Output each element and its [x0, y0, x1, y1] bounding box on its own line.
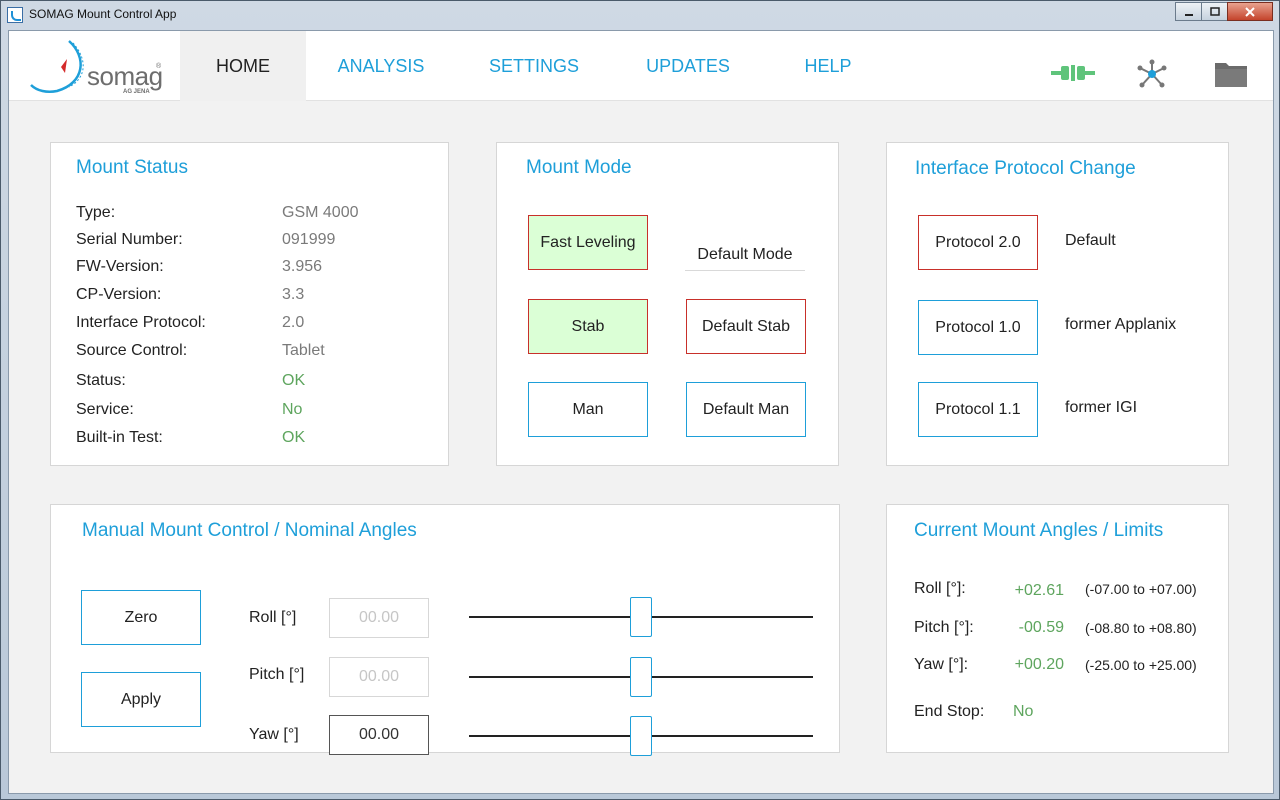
connection-plug-icon[interactable] — [1051, 64, 1095, 82]
current-yaw-value: +00.20 — [1014, 656, 1064, 673]
nav-tab-analysis[interactable]: ANALYSIS — [306, 31, 456, 101]
mount-mode-panel: Mount Mode Fast Leveling Default Mode St… — [496, 142, 839, 466]
yaw-slider-thumb[interactable] — [630, 716, 652, 756]
current-pitch-limits: (-08.80 to +08.80) — [1085, 620, 1197, 636]
yaw-label: Yaw [°] — [249, 726, 299, 743]
status-value-bit: OK — [282, 429, 306, 446]
protocol-2-0-button[interactable]: Protocol 2.0 — [918, 215, 1038, 270]
protocol-1-0-button[interactable]: Protocol 1.0 — [918, 300, 1038, 355]
status-label-service: Service: — [76, 401, 134, 418]
minimize-button[interactable] — [1175, 2, 1202, 21]
pitch-input[interactable] — [329, 657, 429, 697]
default-man-button[interactable]: Default Man — [686, 382, 806, 437]
protocol-2-0-desc: Default — [1065, 232, 1116, 249]
close-icon — [1245, 6, 1255, 17]
mount-status-title: Mount Status — [76, 157, 188, 178]
mount-status-panel: Mount Status Type: GSM 4000 Serial Numbe… — [50, 142, 449, 466]
somag-logo: somag ® AG JENA — [29, 39, 169, 95]
default-stab-button[interactable]: Default Stab — [686, 299, 806, 354]
folder-icon[interactable] — [1215, 61, 1247, 87]
end-stop-label: End Stop: — [914, 703, 985, 720]
logo-registered: ® — [156, 63, 162, 70]
roll-slider-thumb[interactable] — [630, 597, 652, 637]
maximize-button[interactable] — [1201, 2, 1228, 21]
status-value-service: No — [282, 401, 303, 418]
protocol-1-0-desc: former Applanix — [1065, 316, 1177, 333]
current-angles-panel: Current Mount Angles / Limits Roll [°]: … — [886, 504, 1229, 753]
status-label-cp: CP-Version: — [76, 286, 162, 303]
window-title: SOMAG Mount Control App — [29, 7, 177, 21]
current-angles-title: Current Mount Angles / Limits — [914, 520, 1164, 541]
status-label-serial: Serial Number: — [76, 231, 183, 248]
status-label-interface: Interface Protocol: — [76, 314, 206, 331]
current-roll-label: Roll [°]: — [914, 580, 966, 597]
status-value-type: GSM 4000 — [282, 204, 359, 221]
maximize-icon — [1209, 6, 1220, 16]
protocol-title: Interface Protocol Change — [915, 158, 1136, 179]
app-window: SOMAG Mount Control App somag ® AG JENA … — [0, 0, 1280, 800]
status-label-fw: FW-Version: — [76, 258, 164, 275]
current-yaw-limits: (-25.00 to +25.00) — [1085, 657, 1197, 673]
apply-button[interactable]: Apply — [81, 672, 201, 727]
manual-control-title: Manual Mount Control / Nominal Angles — [82, 520, 417, 541]
title-bar: SOMAG Mount Control App — [1, 1, 1279, 30]
mount-mode-title: Mount Mode — [526, 157, 632, 178]
nav-tab-help[interactable]: HELP — [764, 31, 892, 101]
current-roll-limits: (-07.00 to +07.00) — [1085, 581, 1197, 597]
zero-button[interactable]: Zero — [81, 590, 201, 645]
main-nav: HOME ANALYSIS SETTINGS UPDATES HELP — [180, 31, 892, 101]
current-yaw-label: Yaw [°]: — [914, 656, 969, 673]
yaw-slider[interactable] — [469, 716, 813, 756]
yaw-input[interactable] — [329, 715, 429, 755]
roll-slider[interactable] — [469, 597, 813, 637]
protocol-panel: Interface Protocol Change Protocol 2.0 D… — [886, 142, 1229, 466]
pitch-label: Pitch [°] — [249, 666, 305, 683]
status-value-cp: 3.3 — [282, 286, 305, 303]
current-pitch-value: -00.59 — [1018, 619, 1064, 636]
end-stop-value: No — [1013, 703, 1034, 720]
status-value-source: Tablet — [282, 342, 325, 359]
status-label-status: Status: — [76, 372, 126, 389]
roll-label: Roll [°] — [249, 609, 297, 626]
status-value-serial: 091999 — [282, 231, 336, 248]
current-pitch-label: Pitch [°]: — [914, 619, 974, 636]
network-icon[interactable] — [1136, 59, 1168, 89]
status-value-interface: 2.0 — [282, 314, 305, 331]
protocol-1-1-button[interactable]: Protocol 1.1 — [918, 382, 1038, 437]
man-button[interactable]: Man — [528, 382, 648, 437]
nav-tab-home[interactable]: HOME — [180, 31, 306, 101]
close-button[interactable] — [1227, 2, 1273, 21]
protocol-1-1-desc: former IGI — [1065, 399, 1138, 416]
minimize-icon — [1184, 13, 1193, 16]
status-label-source: Source Control: — [76, 342, 188, 359]
nav-tab-settings[interactable]: SETTINGS — [456, 31, 612, 101]
status-value-status: OK — [282, 372, 306, 389]
logo-subtitle: AG JENA — [123, 89, 150, 95]
roll-input[interactable] — [329, 598, 429, 638]
app-icon — [7, 7, 23, 23]
current-roll-value: +02.61 — [1014, 582, 1064, 599]
manual-control-panel: Manual Mount Control / Nominal Angles Ze… — [50, 504, 840, 756]
fast-leveling-button[interactable]: Fast Leveling — [528, 215, 648, 270]
default-mode-label: Default Mode — [685, 239, 805, 271]
top-header: somag ® AG JENA HOME ANALYSIS SETTINGS U… — [9, 31, 1273, 101]
status-label-bit: Built-in Test: — [76, 429, 163, 446]
status-value-fw: 3.956 — [282, 258, 323, 275]
logo-brand: somag — [87, 61, 163, 91]
nav-tab-updates[interactable]: UPDATES — [612, 31, 764, 101]
pitch-slider[interactable] — [469, 657, 813, 697]
status-label-type: Type: — [76, 204, 116, 221]
app-client: somag ® AG JENA HOME ANALYSIS SETTINGS U… — [8, 30, 1274, 794]
stab-button[interactable]: Stab — [528, 299, 648, 354]
window-controls — [1175, 2, 1273, 21]
pitch-slider-thumb[interactable] — [630, 657, 652, 697]
